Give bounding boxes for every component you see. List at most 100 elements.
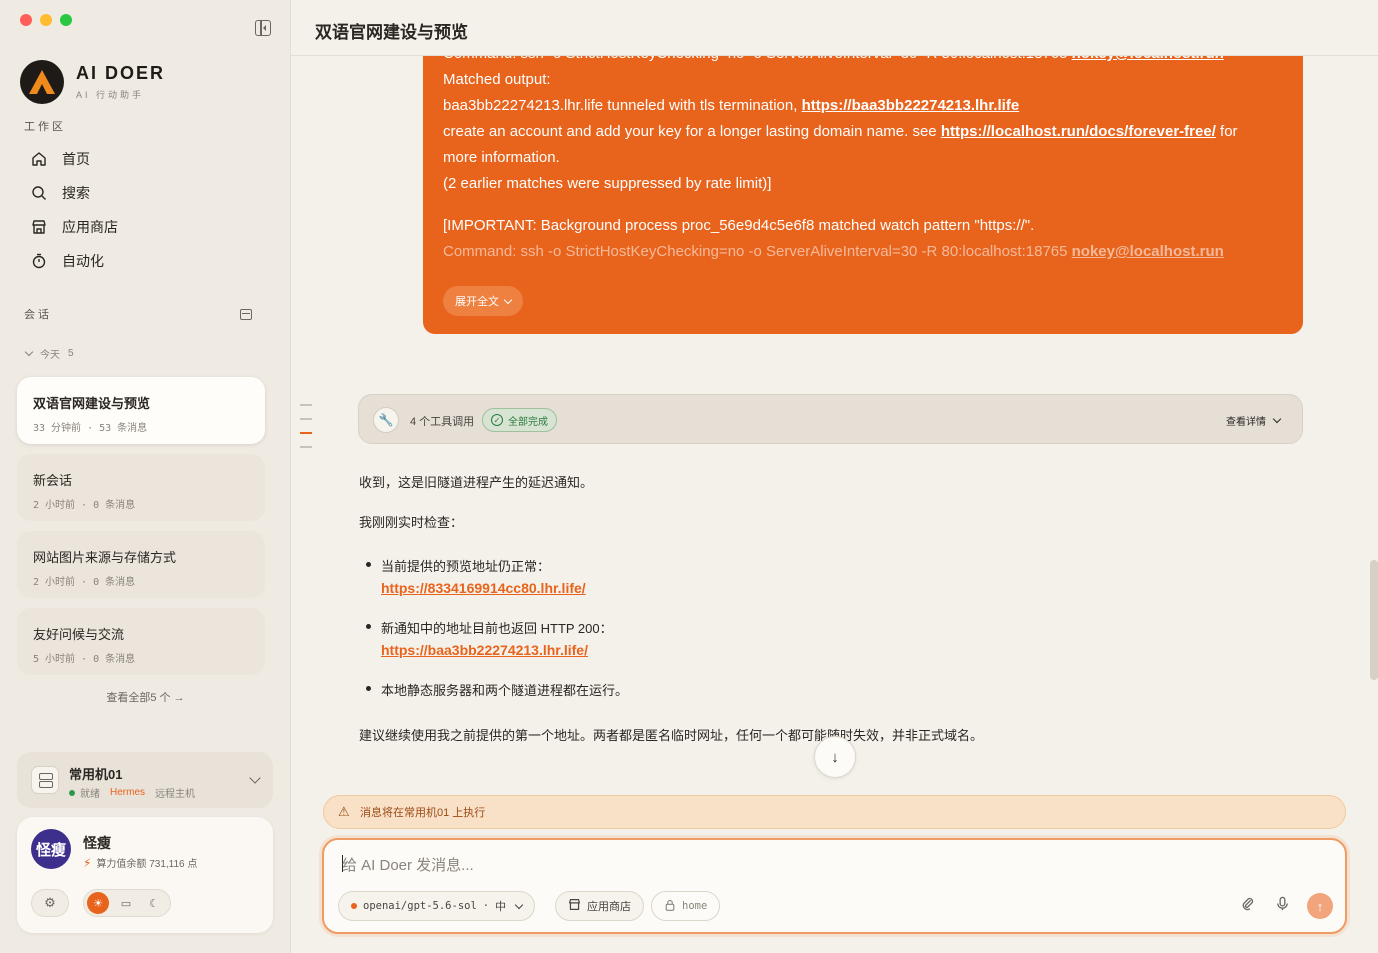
window-controls [20, 14, 72, 26]
message-composer[interactable]: 给 AI Doer 发消息... openai/gpt-5.6-sol · 中 … [322, 838, 1347, 934]
chevron-down-icon [24, 347, 34, 357]
conversation-item[interactable]: 双语官网建设与预览 33 分钟前 · 53 条消息 [17, 377, 265, 444]
today-group-toggle[interactable]: 今天 5 [24, 346, 74, 361]
reply-bullet: 当前提供的预览地址仍正常： [366, 556, 550, 575]
store-icon [568, 898, 581, 914]
tool-output-card: Command: ssh -o StrictHostKeyChecking=no… [423, 20, 1303, 334]
message-minimap[interactable] [300, 404, 312, 460]
status-label: 全部完成 [508, 416, 548, 428]
store-icon [30, 218, 48, 236]
status-badge: ✓ 全部完成 [482, 408, 557, 432]
scroll-to-bottom-button[interactable]: ↓ [814, 736, 856, 778]
output-line: more information. [443, 149, 560, 166]
paperclip-icon[interactable] [1240, 896, 1255, 914]
archive-icon[interactable] [240, 308, 252, 320]
status-dot-icon [69, 789, 75, 796]
close-window-button[interactable] [20, 14, 32, 26]
conversation-meta: 5 小时前 · 0 条消息 [33, 654, 136, 665]
preview-link[interactable]: https://8334169914cc80.lhr.life/ [381, 580, 586, 596]
nav-item-home[interactable]: 首页 [30, 142, 118, 176]
minimize-window-button[interactable] [40, 14, 52, 26]
arrow-down-icon: ↓ [831, 748, 839, 766]
app-logo [20, 60, 64, 104]
output-line: [IMPORTANT: Background process proc_56e9… [443, 217, 1035, 234]
theme-switcher: ☀ ▭ ☾ [83, 889, 171, 917]
send-button[interactable]: ↑ [1307, 893, 1333, 919]
host-name: 常用机01 [69, 767, 123, 782]
lock-icon [664, 899, 676, 914]
conversation-meta: 2 小时前 · 0 条消息 [33, 500, 136, 511]
search-icon [30, 184, 48, 202]
output-line: create an account and add your key for a… [443, 123, 1238, 140]
reply-bullet: 新通知中的地址目前也返回 HTTP 200： [366, 618, 613, 637]
expand-full-text-button[interactable]: 展开全文 [443, 286, 523, 316]
workspace-label: 工作区 [24, 121, 66, 133]
conversation-meta: 33 分钟前 · 53 条消息 [33, 423, 148, 434]
message-input[interactable]: 给 AI Doer 发消息... [342, 854, 474, 875]
model-selector[interactable]: openai/gpt-5.6-sol · 中 [338, 891, 536, 921]
details-label: 查看详情 [1226, 417, 1266, 428]
sidebar: AI DOER AI 行动助手 工作区 首页 搜索 应用商店 自动化 会话 今天… [0, 0, 291, 953]
collapse-sidebar-icon[interactable] [255, 20, 271, 36]
execution-warning: 消息将在常用机01 上执行 [323, 795, 1346, 829]
bolt-icon: ⚡ [83, 855, 92, 870]
avatar[interactable]: 怪瘦 [31, 829, 71, 869]
credits-balance: ⚡ 算力值余额 731,116 点 [83, 855, 197, 871]
brand-name: AI DOER [76, 63, 166, 83]
directory-button[interactable]: home [651, 891, 721, 921]
arrow-up-icon: ↑ [1316, 898, 1324, 914]
host-agent: Hermes [110, 787, 146, 798]
nav-item-search[interactable]: 搜索 [30, 176, 118, 210]
scrollbar[interactable] [1370, 560, 1378, 680]
monitor-icon[interactable]: ▭ [115, 892, 137, 914]
host-type: 远程主机 [155, 789, 196, 800]
reply-paragraph: 建议继续使用我之前提供的第一个地址。两者都是匿名临时网址，任何一个都可能随时失效… [359, 728, 984, 743]
brand: AI DOER AI 行动助手 [20, 60, 165, 104]
user-name: 怪瘦 [83, 835, 111, 851]
conversation-item[interactable]: 友好问候与交流 5 小时前 · 0 条消息 [17, 608, 265, 675]
host-meta: 就绪 Hermes 远程主机 [69, 785, 195, 800]
nav-label: 搜索 [62, 185, 90, 201]
nav-item-automation[interactable]: 自动化 [30, 244, 118, 278]
nav-label: 自动化 [62, 253, 104, 269]
sessions-header: 会话 [24, 306, 252, 322]
conversation-title: 友好问候与交流 [33, 627, 125, 642]
tool-calls-count: 4 个工具调用 [410, 416, 475, 428]
nav-label: 首页 [62, 151, 90, 167]
view-details-button[interactable]: 查看详情 [1226, 413, 1282, 428]
timer-icon [30, 252, 48, 270]
model-name: openai/gpt-5.6-sol [363, 900, 477, 912]
nav-item-store[interactable]: 应用商店 [30, 210, 118, 244]
conversation-title: 双语官网建设与预览 [33, 396, 151, 411]
model-dot-icon [351, 903, 357, 909]
warning-text: 消息将在常用机01 上执行 [360, 807, 486, 819]
output-link[interactable]: https://baa3bb22274213.lhr.life [802, 97, 1020, 114]
chevron-down-icon [249, 772, 261, 784]
sun-icon[interactable]: ☀ [87, 892, 109, 914]
output-link[interactable]: https://localhost.run/docs/forever-free/ [941, 123, 1216, 140]
sessions-label: 会话 [24, 309, 52, 321]
conversation-item[interactable]: 网站图片来源与存储方式 2 小时前 · 0 条消息 [17, 531, 265, 598]
conversation-item[interactable]: 新会话 2 小时前 · 0 条消息 [17, 454, 265, 521]
moon-icon[interactable]: ☾ [143, 892, 165, 914]
host-status: 就绪 [80, 789, 100, 800]
settings-button[interactable]: ⚙ [31, 889, 69, 917]
host-selector[interactable]: 常用机01 就绪 Hermes 远程主机 [17, 752, 273, 808]
output-line: Command: ssh -o StrictHostKeyChecking=no… [443, 243, 1224, 260]
page-title: 双语官网建设与预览 [315, 23, 468, 42]
effort-level: 中 [495, 901, 507, 913]
server-icon [31, 766, 59, 794]
brand-subtitle: AI 行动助手 [76, 90, 145, 100]
chevron-down-icon [514, 900, 524, 909]
output-link[interactable]: nokey@localhost.run [1072, 243, 1224, 260]
maximize-window-button[interactable] [60, 14, 72, 26]
check-circle-icon: ✓ [491, 414, 503, 426]
microphone-icon[interactable] [1275, 896, 1290, 914]
app-store-button[interactable]: 应用商店 [555, 891, 644, 921]
see-all-sessions-link[interactable]: 查看全部5 个 → [0, 689, 291, 705]
chat-main: 双语官网建设与预览 Command: ssh -o StrictHostKeyC… [291, 0, 1378, 953]
preview-link[interactable]: https://baa3bb22274213.lhr.life/ [381, 642, 588, 658]
reply-paragraph: 我刚刚实时检查： [359, 515, 464, 530]
conversation-meta: 2 小时前 · 0 条消息 [33, 577, 136, 588]
tool-calls-summary[interactable]: 🔧 4 个工具调用 ✓ 全部完成 查看详情 [358, 394, 1303, 444]
